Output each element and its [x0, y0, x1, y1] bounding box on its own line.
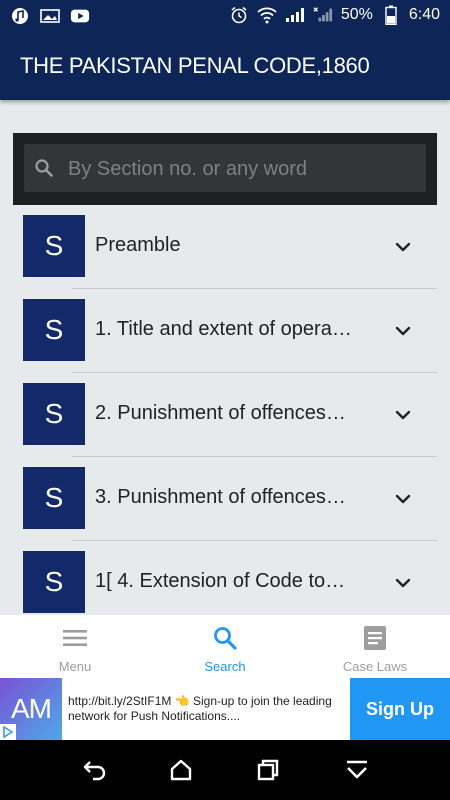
hide-keyboard-icon[interactable] [344, 758, 370, 782]
nav-label: Menu [58, 659, 92, 674]
battery-icon [381, 5, 401, 25]
chevron-down-icon[interactable] [391, 319, 415, 343]
app-bar: THE PAKISTAN PENAL CODE,1860 [0, 33, 450, 100]
chevron-down-icon[interactable] [391, 403, 415, 427]
chevron-down-icon[interactable] [391, 487, 415, 511]
nav-case-laws[interactable]: Case Laws [300, 615, 450, 678]
section-item-2[interactable]: S 2. Punishment of offences… [13, 373, 437, 457]
section-item-3[interactable]: S 3. Punishment of offences… [13, 457, 437, 541]
section-avatar: S [23, 215, 85, 277]
search-icon [212, 625, 238, 651]
chevron-down-icon[interactable] [391, 571, 415, 595]
section-title: 1. Title and extent of opera… [95, 318, 352, 340]
nav-menu[interactable]: Menu [0, 615, 150, 678]
status-bar: 50% 6:40 [0, 0, 450, 33]
section-title: Preamble [95, 234, 181, 256]
section-avatar: S [23, 467, 85, 529]
section-item-4[interactable]: S 1[ 4. Extension of Code to… [13, 541, 437, 615]
section-title: 1[ 4. Extension of Code to… [95, 570, 346, 592]
ad-banner[interactable]: AM http://bit.ly/2StIF1M 👈 Sign-up to jo… [0, 678, 450, 740]
ad-choices-icon[interactable] [0, 724, 16, 740]
home-icon[interactable] [169, 758, 195, 782]
section-item-1[interactable]: S 1. Title and extent of opera… [13, 289, 437, 373]
back-icon[interactable] [81, 758, 107, 782]
section-avatar: S [23, 551, 85, 613]
system-navigation-bar [0, 740, 450, 800]
signal-x-icon [313, 5, 333, 25]
page-title: THE PAKISTAN PENAL CODE,1860 [20, 53, 370, 78]
search-container [13, 133, 437, 205]
nav-label: Case Laws [342, 659, 408, 674]
section-title: 3. Punishment of offences… [95, 486, 346, 508]
wifi-icon [257, 5, 277, 25]
youtube-icon [70, 6, 90, 26]
section-avatar: S [23, 299, 85, 361]
search-input[interactable] [66, 152, 420, 186]
signal-icon [285, 5, 305, 25]
chevron-down-icon[interactable] [391, 235, 415, 259]
recent-apps-icon[interactable] [256, 758, 282, 782]
section-list: S Preamble S 1. Title and extent of oper… [13, 205, 437, 615]
section-avatar: S [23, 383, 85, 445]
battery-percent: 50% [340, 6, 373, 23]
search-bar[interactable] [24, 144, 426, 192]
music-icon [10, 6, 30, 26]
menu-icon [62, 625, 88, 651]
alarm-icon [229, 5, 249, 25]
nav-label: Search [204, 659, 246, 674]
section-item-preamble[interactable]: S Preamble [13, 205, 437, 289]
document-icon [362, 625, 388, 651]
clock: 6:40 [408, 6, 440, 23]
search-icon [34, 158, 54, 178]
bottom-navigation: Menu Search Case Laws [0, 615, 450, 678]
section-title: 2. Punishment of offences… [95, 402, 346, 424]
nav-search[interactable]: Search [150, 615, 300, 678]
sign-up-button[interactable]: Sign Up [350, 678, 450, 740]
gallery-icon [40, 6, 60, 26]
ad-text[interactable]: http://bit.ly/2StIF1M 👈 Sign-up to join … [68, 694, 348, 724]
